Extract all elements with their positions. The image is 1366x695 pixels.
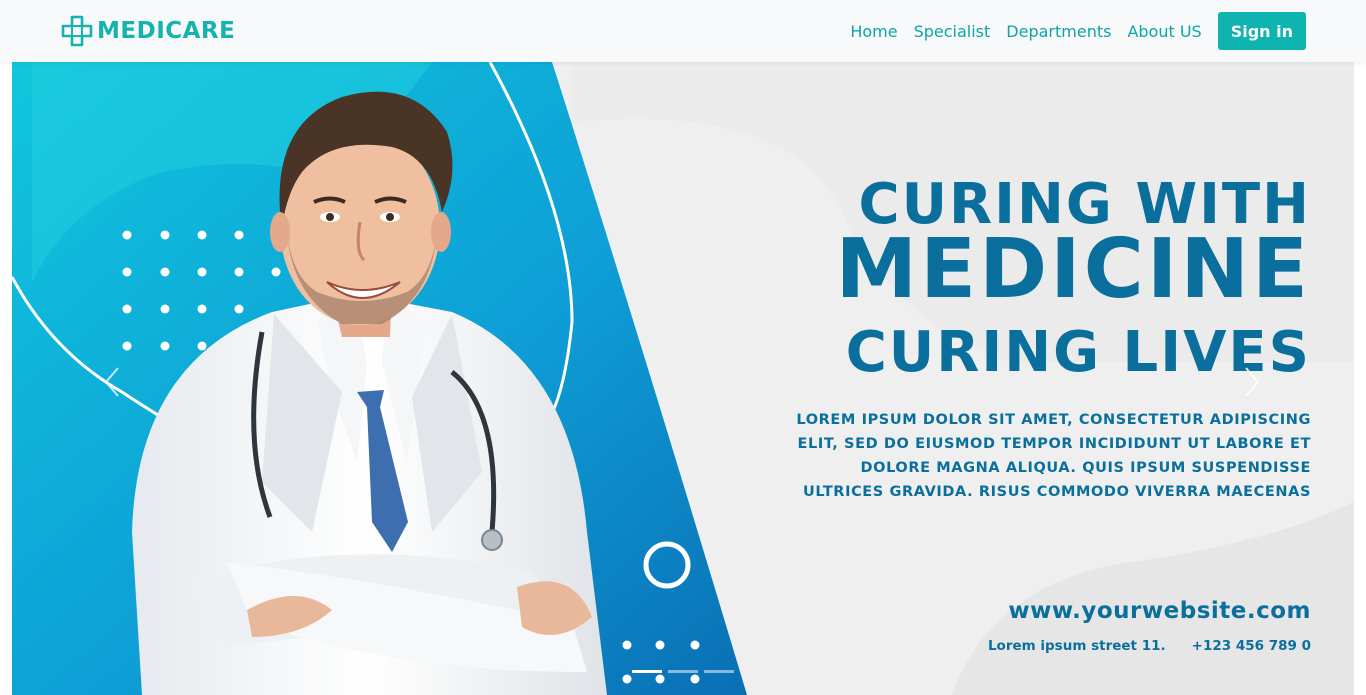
nav-specialist[interactable]: Specialist [914, 22, 991, 41]
hero-website: www.yourwebsite.com [1008, 598, 1311, 624]
carousel-prev-button[interactable] [92, 357, 132, 407]
carousel-indicator-2[interactable] [668, 670, 698, 673]
brand-logo[interactable]: MEDICARE [60, 13, 235, 49]
chevron-right-icon [1245, 367, 1260, 397]
hero-carousel: CURING WITH MEDICINE CURING LIVES LOREM … [12, 62, 1354, 695]
hero-description-line-1: LOREM IPSUM DOLOR SIT AMET, CONSECTETUR … [796, 412, 1311, 428]
chevron-left-icon [104, 367, 119, 397]
medical-cross-icon [61, 15, 93, 47]
navbar: MEDICARE Home Specialist Departments Abo… [0, 0, 1366, 62]
brand-name: MEDICARE [97, 18, 236, 44]
carousel-indicators [632, 670, 734, 673]
nav-home[interactable]: Home [850, 22, 897, 41]
hero-description-line-3: DOLORE MAGNA ALIQUA. QUIS IPSUM SUSPENDI… [860, 460, 1311, 476]
hero-contact: Lorem ipsum street 11. +123 456 789 0 [988, 638, 1311, 654]
hero-phone: +123 456 789 0 [1191, 638, 1311, 654]
nav-about-us[interactable]: About US [1127, 22, 1201, 41]
nav-menu: Home Specialist Departments About US Sig… [850, 12, 1306, 50]
hero-address: Lorem ipsum street 11. [987, 638, 1166, 654]
hero-headline-line-2: MEDICINE [835, 222, 1311, 317]
sign-in-button[interactable]: Sign in [1217, 12, 1306, 50]
nav-departments[interactable]: Departments [1006, 22, 1111, 41]
hero-description-line-4: ULTRICES GRAVIDA. RISUS COMMODO VIVERRA … [803, 484, 1311, 500]
hero-description-line-2: ELIT, SED DO EIUSMOD TEMPOR INCIDIDUNT U… [797, 436, 1311, 452]
carousel-indicator-1[interactable] [632, 670, 662, 673]
hero-description: LOREM IPSUM DOLOR SIT AMET, CONSECTETUR … [791, 408, 1311, 504]
carousel-next-button[interactable] [1232, 357, 1272, 407]
carousel-indicator-3[interactable] [704, 670, 734, 673]
